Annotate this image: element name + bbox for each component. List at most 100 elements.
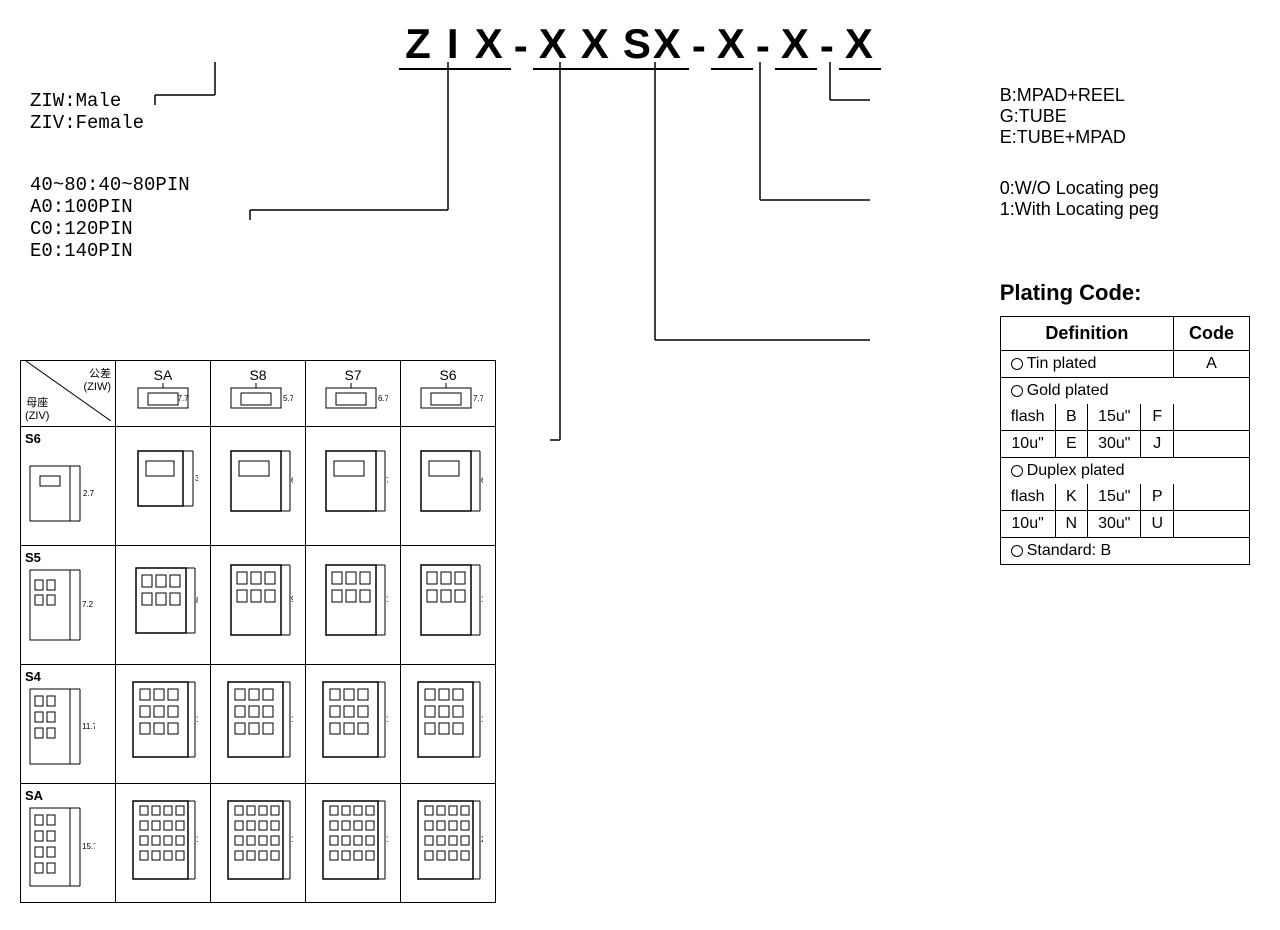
- pin-lines: 40~80:40~80PIN A0:100PIN C0:120PIN E0:14…: [30, 174, 190, 262]
- gold-30u-code: J: [1141, 431, 1174, 458]
- code-x2: X: [711, 20, 753, 70]
- svg-text:7.2: 7.2: [82, 600, 94, 609]
- gold-15u-code: F: [1141, 404, 1174, 431]
- row-label-s5: S5 7.2: [21, 546, 116, 665]
- s5-s7-cell: 11.0: [306, 546, 401, 665]
- s4-s7-drawing: 15.0: [318, 679, 388, 764]
- svg-text:12.0: 12.0: [481, 595, 483, 604]
- right-info: B:MPAD+REEL G:TUBE E:TUBE+MPAD 0:W/O Loc…: [1000, 85, 1250, 565]
- s4-s8-cell: 14.0: [211, 665, 306, 784]
- gold-row1-empty: [1174, 404, 1250, 431]
- duplex-flash-code: K: [1055, 484, 1088, 511]
- svg-text:7.0: 7.0: [386, 476, 388, 485]
- ziw-label: ZIW:Male: [30, 90, 190, 112]
- pin-e0: E0:140PIN: [30, 240, 190, 262]
- s4-sa-cell: 13.0: [116, 665, 211, 784]
- duplex-row2-empty: [1174, 511, 1250, 538]
- connector-row-s6: S6 2.7 3.0: [21, 427, 496, 546]
- sa-s7-cell: 18.0: [306, 784, 401, 903]
- standard-circle: [1011, 545, 1023, 557]
- s6-s6-drawing: 6.0: [413, 441, 483, 526]
- svg-text:13.0: 13.0: [196, 715, 198, 724]
- pin-40-80: 40~80:40~80PIN: [30, 174, 190, 196]
- gold-plated-label: Gold plated: [1000, 378, 1249, 405]
- header-s6-drawing: 7.7: [413, 383, 483, 418]
- s5-sa-drawing: 8.0: [128, 560, 198, 645]
- connector-table-wrap: 公差(ZIW) 母座(ZIV) SA 7.7 S8: [20, 360, 496, 903]
- s6-s8-drawing: 6.0: [223, 441, 293, 526]
- svg-text:15.7: 15.7: [82, 842, 95, 851]
- duplex-row-1: flash K 15u" P: [1000, 484, 1249, 511]
- plating-code-header: Code: [1174, 317, 1250, 351]
- s5-s6-cell: 12.0: [401, 546, 496, 665]
- sa-s6-cell: 20.0: [401, 784, 496, 903]
- duplex-10u-code: N: [1055, 511, 1088, 538]
- packing-b: B:MPAD+REEL: [1000, 85, 1250, 106]
- s5-s7-drawing: 11.0: [318, 560, 388, 645]
- corner-top-text: 公差(ZIW): [84, 365, 111, 393]
- svg-text:14.0: 14.0: [291, 715, 293, 724]
- s6-s6-cell: 6.0: [401, 427, 496, 546]
- sa-s6-drawing: 20.0: [413, 798, 483, 883]
- gold-row2-empty: [1174, 431, 1250, 458]
- svg-text:7.7: 7.7: [473, 394, 483, 403]
- svg-text:11.7: 11.7: [82, 722, 95, 731]
- locating-info: 0:W/O Locating peg 1:With Locating peg: [1000, 178, 1250, 220]
- gold-15u-label: 15u": [1088, 404, 1141, 431]
- standard-label: Standard: B: [1000, 538, 1249, 565]
- s4-s8-drawing: 14.0: [223, 679, 293, 764]
- s6-sa-drawing: 3.0: [128, 441, 198, 526]
- svg-text:6.0: 6.0: [481, 476, 483, 485]
- s6-side-drawing: 2.7: [25, 446, 95, 536]
- s4-s6-drawing: 16.0: [413, 679, 483, 764]
- tin-plated-code: A: [1174, 351, 1250, 378]
- svg-text:20.0: 20.0: [481, 835, 483, 844]
- pin-c0: C0:120PIN: [30, 218, 190, 240]
- row-label-s4: S4 11.7: [21, 665, 116, 784]
- code-dash4: -: [817, 22, 839, 70]
- connector-row-s4: S4 11.7: [21, 665, 496, 784]
- standard-row: Standard: B: [1000, 538, 1249, 565]
- s5-s6-drawing: 12.0: [413, 560, 483, 645]
- sa-s8-cell: 17.0: [211, 784, 306, 903]
- ziv-label: ZIV:Female: [30, 112, 190, 134]
- connector-row-sa: SA 15.7: [21, 784, 496, 903]
- code-x1: X: [469, 20, 511, 70]
- plating-definition-header: Definition: [1000, 317, 1173, 351]
- code-sx: SX: [617, 20, 689, 70]
- svg-text:15.0: 15.0: [386, 715, 388, 724]
- s5-side-drawing: 7.2: [25, 565, 95, 655]
- svg-text:3.0: 3.0: [195, 474, 198, 483]
- duplex-15u-label: 15u": [1088, 484, 1141, 511]
- svg-text:15.7: 15.7: [196, 835, 198, 844]
- packing-info: B:MPAD+REEL G:TUBE E:TUBE+MPAD: [1000, 85, 1250, 148]
- pin-a0: A0:100PIN: [30, 196, 190, 218]
- connector-header-row: 公差(ZIW) 母座(ZIV) SA 7.7 S8: [21, 361, 496, 427]
- duplex-30u-code: U: [1141, 511, 1174, 538]
- tin-plated-row: Tin plated A: [1000, 351, 1249, 378]
- s6-sa-cell: 3.0: [116, 427, 211, 546]
- s5-sa-cell: 8.0: [116, 546, 211, 665]
- header-sa-drawing: 7.7: [128, 383, 198, 418]
- sa-sa-drawing: 15.7: [128, 798, 198, 883]
- plating-code-label: Plating Code:: [1000, 280, 1250, 306]
- svg-text:16.0: 16.0: [481, 715, 483, 724]
- code-dash3: -: [753, 22, 775, 70]
- duplex-plated-header-row: Duplex plated: [1000, 458, 1249, 485]
- left-info: ZIW:Male ZIV:Female 40~80:40~80PIN A0:10…: [30, 90, 190, 262]
- tin-plated-label: Tin plated: [1000, 351, 1173, 378]
- sa-s7-drawing: 18.0: [318, 798, 388, 883]
- svg-text:9.0: 9.0: [291, 595, 293, 604]
- svg-text:6.7: 6.7: [378, 394, 388, 403]
- gold-flash-label: flash: [1000, 404, 1055, 431]
- code-dash2: -: [689, 22, 711, 70]
- col-header-s7: S7 6.7: [306, 361, 401, 427]
- corner-bottom-text: 母座(ZIV): [25, 394, 49, 422]
- corner-header: 公差(ZIW) 母座(ZIV): [21, 361, 116, 427]
- packing-e: E:TUBE+MPAD: [1000, 127, 1250, 148]
- s4-side-drawing: 11.7: [25, 684, 95, 774]
- col-header-s6: S6 7.7: [401, 361, 496, 427]
- s5-s8-drawing: 9.0: [223, 560, 293, 645]
- duplex-plated-label: Duplex plated: [1000, 458, 1249, 485]
- code-z: Z: [399, 20, 439, 70]
